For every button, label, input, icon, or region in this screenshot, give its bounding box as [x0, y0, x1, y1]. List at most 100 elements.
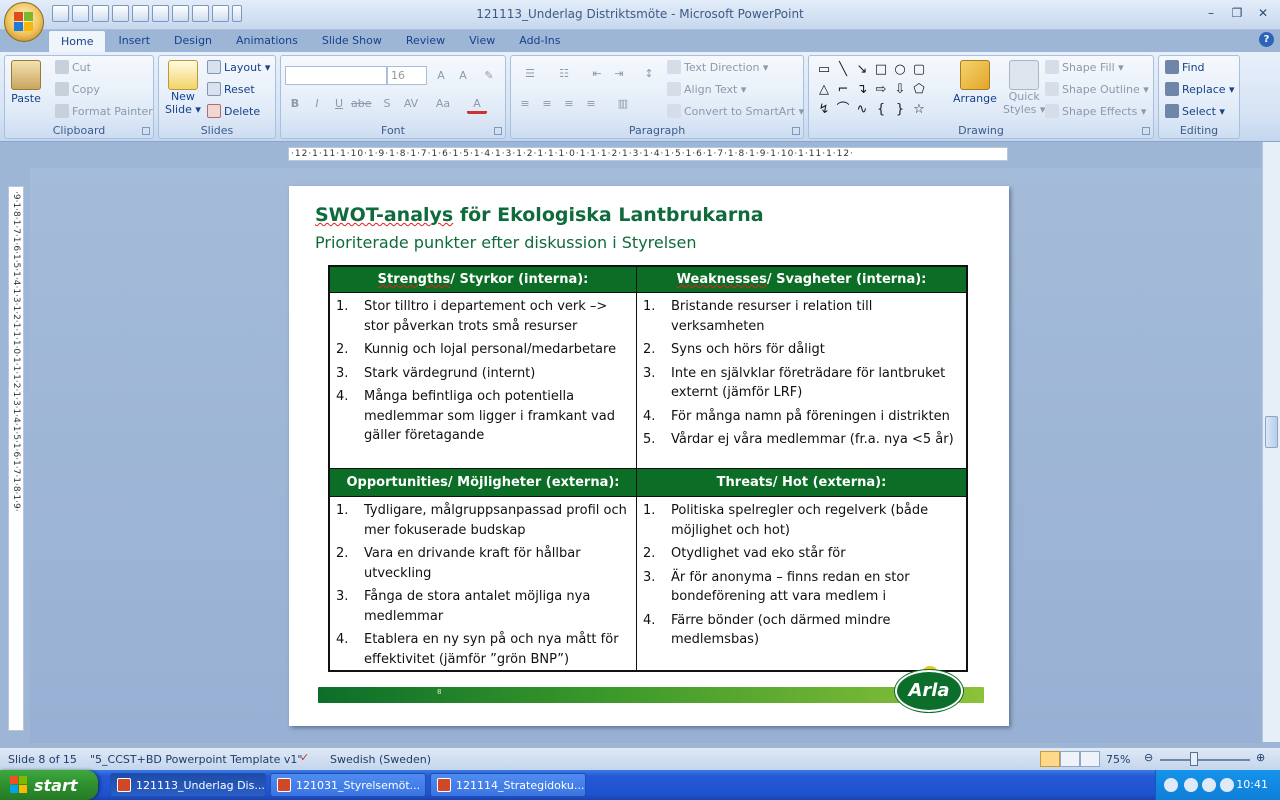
align-center-button[interactable]: ≡: [537, 94, 557, 114]
help-icon[interactable]: ?: [1259, 32, 1274, 47]
zoom-slider-thumb[interactable]: [1190, 752, 1198, 766]
bold-button[interactable]: B: [285, 94, 305, 114]
select-button[interactable]: Select ▾: [1165, 104, 1225, 118]
shape-fill-button[interactable]: Shape Fill ▾: [1045, 60, 1124, 74]
character-spacing-button[interactable]: AV: [401, 94, 421, 114]
bullets-button[interactable]: ☰: [515, 64, 545, 84]
slide-subtitle[interactable]: Prioriterade punkter efter diskussion i …: [315, 233, 697, 252]
tab-slide-show[interactable]: Slide Show: [310, 30, 394, 52]
shapes-gallery[interactable]: ▭ ╲ ↘ □ ○ ▢ △ ⌐ ↴ ⇨ ⇩ ⬠ ↯ ⌒ ∿ { } ☆: [815, 60, 933, 118]
opportunities-cell[interactable]: 1. Tydligare, målgruppsanpassad profil oc…: [330, 497, 636, 670]
weaknesses-cell[interactable]: 1. Bristande resurser i relation till ver…: [636, 293, 966, 469]
align-text-button[interactable]: Align Text ▾: [667, 82, 746, 96]
layout-button[interactable]: Layout ▾: [207, 60, 270, 74]
right-arrow-shape-icon[interactable]: ⇨: [872, 80, 890, 99]
convert-smartart-button[interactable]: Convert to SmartArt ▾: [667, 104, 804, 118]
elbow-connector-icon[interactable]: ⌐: [834, 80, 852, 99]
normal-view-button[interactable]: [1040, 751, 1060, 767]
oval-shape-icon[interactable]: ○: [891, 60, 909, 79]
close-button[interactable]: ✕: [1252, 4, 1274, 22]
curve-connector-icon[interactable]: ↯: [815, 100, 833, 119]
shape-outline-button[interactable]: Shape Outline ▾: [1045, 82, 1149, 96]
triangle-shape-icon[interactable]: △: [815, 80, 833, 99]
font-size-field[interactable]: 16: [387, 66, 427, 85]
slide-show-view-button[interactable]: [1080, 751, 1100, 767]
zoom-slider-track[interactable]: [1160, 759, 1250, 761]
language-indicator[interactable]: Swedish (Sweden): [330, 753, 431, 766]
shape-effects-button[interactable]: Shape Effects ▾: [1045, 104, 1146, 118]
taskbar-item[interactable]: 121113_Underlag Dis...: [110, 773, 266, 797]
font-color-button[interactable]: A: [467, 94, 487, 114]
new-slide-button[interactable]: New Slide ▾: [165, 60, 201, 116]
spellcheck-icon[interactable]: ✓: [300, 751, 309, 764]
slide-canvas[interactable]: SWOT-analys för Ekologiska Lantbrukarna …: [289, 186, 1009, 726]
network-icon[interactable]: [1184, 778, 1198, 792]
increase-indent-button[interactable]: ⇥: [609, 64, 629, 84]
taskbar-item[interactable]: 121031_Styrelsemöt...: [270, 773, 426, 797]
right-brace-shape-icon[interactable]: }: [891, 100, 909, 119]
strikethrough-button[interactable]: abe: [351, 94, 372, 114]
minimize-button[interactable]: –: [1200, 4, 1222, 22]
change-case-button[interactable]: Aa: [433, 94, 453, 114]
vertical-scrollbar[interactable]: [1262, 142, 1280, 742]
down-arrow-shape-icon[interactable]: ⇩: [891, 80, 909, 99]
text-direction-button[interactable]: Text Direction ▾: [667, 60, 768, 74]
grow-font-button[interactable]: A: [431, 66, 451, 86]
quick-styles-button[interactable]: Quick Styles ▾: [1003, 60, 1045, 116]
tab-design[interactable]: Design: [162, 30, 224, 52]
zoom-in-button[interactable]: ⊕: [1256, 751, 1265, 764]
justify-button[interactable]: ≡: [581, 94, 601, 114]
delete-button[interactable]: Delete: [207, 104, 260, 118]
taskbar-item[interactable]: 121114_Strategidoku...: [430, 773, 586, 797]
restore-button[interactable]: ❐: [1226, 4, 1248, 22]
align-left-button[interactable]: ≡: [515, 94, 535, 114]
arrange-button[interactable]: Arrange: [953, 60, 997, 105]
find-button[interactable]: Find: [1165, 60, 1205, 74]
tray-arrow-icon[interactable]: [1164, 778, 1178, 792]
start-button[interactable]: start: [0, 770, 98, 800]
font-family-field[interactable]: [285, 66, 387, 85]
tab-home[interactable]: Home: [48, 30, 107, 52]
swot-table[interactable]: Strengths/ Styrkor (interna): Weaknesses…: [328, 265, 968, 672]
flowchart-shape-icon[interactable]: ⬠: [910, 80, 928, 99]
star-shape-icon[interactable]: ☆: [910, 100, 928, 119]
numbering-button[interactable]: ☷: [549, 64, 579, 84]
italic-button[interactable]: I: [307, 94, 327, 114]
volume-icon[interactable]: [1202, 778, 1216, 792]
threats-cell[interactable]: 1. Politiska spelregler och regelverk (bå…: [636, 497, 966, 670]
zoom-level[interactable]: 75%: [1106, 753, 1130, 766]
left-brace-shape-icon[interactable]: {: [872, 100, 890, 119]
slide-sorter-view-button[interactable]: [1060, 751, 1080, 767]
tab-review[interactable]: Review: [394, 30, 457, 52]
replace-button[interactable]: Replace ▾: [1165, 82, 1235, 96]
line-shape-icon[interactable]: ╲: [834, 60, 852, 79]
office-button[interactable]: [4, 2, 44, 42]
arrow-line-shape-icon[interactable]: ↘: [853, 60, 871, 79]
shadow-button[interactable]: S: [377, 94, 397, 114]
paragraph-launcher-icon[interactable]: [792, 127, 800, 135]
tab-add-ins[interactable]: Add-Ins: [507, 30, 572, 52]
textbox-shape-icon[interactable]: ▭: [815, 60, 833, 79]
rectangle-shape-icon[interactable]: □: [872, 60, 890, 79]
rounded-rect-shape-icon[interactable]: ▢: [910, 60, 928, 79]
elbow-arrow-icon[interactable]: ↴: [853, 80, 871, 99]
drawing-launcher-icon[interactable]: [1142, 127, 1150, 135]
line-spacing-button[interactable]: ↕: [635, 64, 663, 84]
shrink-font-button[interactable]: A: [453, 66, 473, 86]
clear-formatting-button[interactable]: ✎: [479, 66, 499, 86]
tab-insert[interactable]: Insert: [106, 30, 162, 52]
curve-shape-icon[interactable]: ⌒: [834, 100, 852, 119]
tab-animations[interactable]: Animations: [224, 30, 310, 52]
paste-button[interactable]: Paste: [11, 60, 41, 105]
security-icon[interactable]: [1220, 778, 1234, 792]
align-right-button[interactable]: ≡: [559, 94, 579, 114]
font-launcher-icon[interactable]: [494, 127, 502, 135]
clipboard-launcher-icon[interactable]: [142, 127, 150, 135]
slide-title[interactable]: SWOT-analys för Ekologiska Lantbrukarna: [315, 204, 764, 226]
columns-button[interactable]: ▥: [609, 94, 637, 114]
decrease-indent-button[interactable]: ⇤: [587, 64, 607, 84]
format-painter-button[interactable]: Format Painter: [55, 104, 153, 118]
copy-button[interactable]: Copy: [55, 82, 100, 96]
tab-view[interactable]: View: [457, 30, 507, 52]
cut-button[interactable]: Cut: [55, 60, 91, 74]
